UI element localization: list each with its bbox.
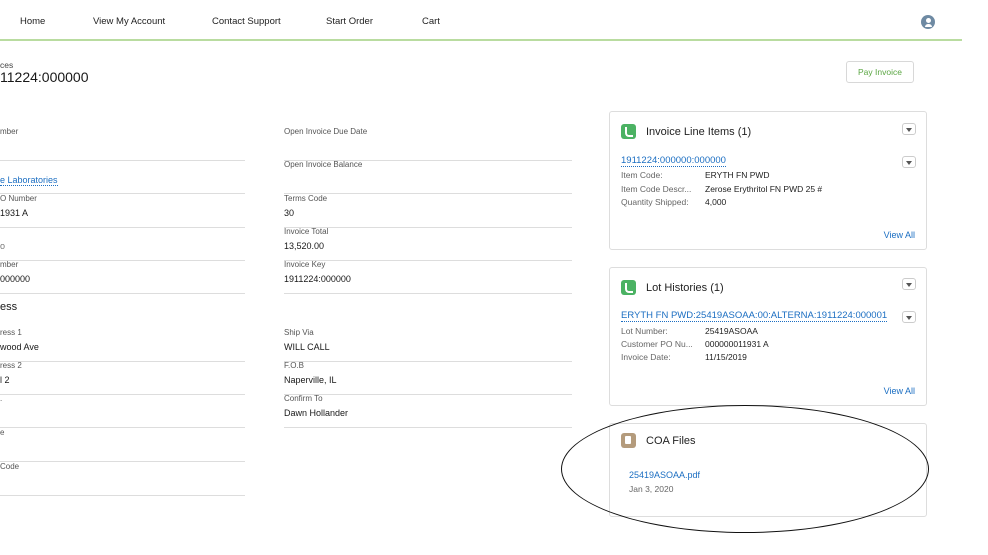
row-label: Item Code Descr... bbox=[621, 184, 692, 194]
record-row: Item Code Descr... Zerose Erythritol FN P… bbox=[621, 184, 822, 194]
field-value: l 2 bbox=[0, 375, 10, 385]
row-value: 11/15/2019 bbox=[705, 352, 747, 362]
view-all-link[interactable]: View All bbox=[884, 386, 915, 396]
coa-files-card: COA Files 25419ASOAA.pdf Jan 3, 2020 bbox=[609, 423, 927, 517]
field: Invoice Key 1911224:000000 bbox=[284, 260, 572, 294]
card-menu-dropdown[interactable] bbox=[902, 123, 916, 135]
field: F.O.B Naperville, IL bbox=[284, 361, 572, 395]
nav-start-order[interactable]: Start Order bbox=[326, 16, 373, 27]
field-label: F.O.B bbox=[284, 361, 305, 370]
field-value: o bbox=[0, 241, 6, 251]
record-row: Customer PO Nu... 000000011931 A bbox=[621, 339, 769, 349]
field-label: Code bbox=[0, 462, 20, 471]
field: mber 000000 bbox=[0, 260, 245, 294]
field: Confirm To Dawn Hollander bbox=[284, 394, 572, 428]
field-value: Naperville, IL bbox=[284, 375, 337, 385]
row-value: Zerose Erythritol FN PWD 25 # bbox=[705, 184, 823, 194]
field: e bbox=[0, 428, 245, 462]
file-date: Jan 3, 2020 bbox=[629, 484, 674, 494]
field: Invoice Total 13,520.00 bbox=[284, 227, 572, 261]
field: ress 2 l 2 bbox=[0, 361, 245, 395]
field-value: wood Ave bbox=[0, 342, 39, 352]
field-value: 1931 A bbox=[0, 208, 29, 218]
user-avatar-icon[interactable] bbox=[921, 15, 935, 29]
field-label: Confirm To bbox=[284, 394, 323, 403]
lot-histories-card: Lot Histories (1) ERYTH FN PWD:25419ASOA… bbox=[609, 267, 927, 406]
record-link[interactable]: ERYTH FN PWD:25419ASOAA:00:ALTERNA:19112… bbox=[621, 310, 888, 322]
row-value: 000000011931 A bbox=[705, 339, 769, 349]
lot-histories-icon bbox=[621, 280, 636, 295]
row-label: Customer PO Nu... bbox=[621, 339, 693, 349]
field-label: ress 2 bbox=[0, 361, 22, 370]
nav-contact-support[interactable]: Contact Support bbox=[212, 16, 281, 27]
field: Code bbox=[0, 462, 245, 496]
field: mber bbox=[0, 127, 245, 161]
row-label: Item Code: bbox=[621, 170, 663, 180]
field-label: ress 1 bbox=[0, 328, 22, 337]
page-title: 11224:000000 bbox=[0, 69, 89, 85]
field-label: mber bbox=[0, 127, 19, 136]
record-row: Item Code: ERYTH FN PWD bbox=[621, 170, 770, 180]
field-label: Open Invoice Due Date bbox=[284, 127, 368, 136]
file-link[interactable]: 25419ASOAA.pdf bbox=[629, 470, 700, 480]
field: Terms Code 30 bbox=[284, 194, 572, 228]
field-value: 13,520.00 bbox=[284, 241, 325, 251]
card-title[interactable]: COA Files bbox=[646, 435, 696, 447]
record-row: Invoice Date: 11/15/2019 bbox=[621, 352, 747, 362]
record-row: Quantity Shipped: 4,000 bbox=[621, 197, 726, 207]
field: e Laboratories bbox=[0, 160, 245, 194]
row-label: Quantity Shipped: bbox=[621, 197, 689, 207]
field-label: Open Invoice Balance bbox=[284, 160, 363, 169]
account-link[interactable]: e Laboratories bbox=[0, 175, 58, 186]
line-items-icon bbox=[621, 124, 636, 139]
record-link[interactable]: 1911224:000000:000000 bbox=[621, 155, 726, 167]
card-title[interactable]: Lot Histories (1) bbox=[646, 282, 724, 294]
field-label: mber bbox=[0, 260, 19, 269]
field-label: Terms Code bbox=[284, 194, 328, 203]
row-label: Invoice Date: bbox=[621, 352, 671, 362]
field: . bbox=[0, 394, 245, 428]
pay-invoice-button[interactable]: Pay Invoice bbox=[846, 61, 914, 83]
field: Ship Via WILL CALL bbox=[284, 328, 572, 362]
field-value: Dawn Hollander bbox=[284, 408, 349, 418]
card-menu-dropdown[interactable] bbox=[902, 278, 916, 290]
record-menu-dropdown[interactable] bbox=[902, 156, 916, 168]
field-value: 1911224:000000 bbox=[284, 274, 351, 284]
invoice-line-items-card: Invoice Line Items (1) 1911224:000000:00… bbox=[609, 111, 927, 250]
field-label: Invoice Total bbox=[284, 227, 329, 236]
row-value: 4,000 bbox=[705, 197, 727, 207]
row-label: Lot Number: bbox=[621, 326, 668, 336]
field-label: e bbox=[0, 428, 5, 437]
field: Open Invoice Due Date bbox=[284, 127, 572, 161]
field-label: Ship Via bbox=[284, 328, 314, 337]
field-value: 000000 bbox=[0, 274, 31, 284]
field-value: 30 bbox=[284, 208, 295, 218]
nav-home[interactable]: Home bbox=[20, 16, 45, 27]
section-title: ess bbox=[0, 301, 18, 313]
view-all-link[interactable]: View All bbox=[884, 230, 915, 240]
field: Open Invoice Balance bbox=[284, 160, 572, 194]
field: ress 1 wood Ave bbox=[0, 328, 245, 362]
nav-cart[interactable]: Cart bbox=[422, 16, 440, 27]
record-row: Lot Number: 25419ASOAA bbox=[621, 326, 758, 336]
nav-view-my-account[interactable]: View My Account bbox=[93, 16, 165, 27]
field-label: . bbox=[0, 394, 3, 403]
field-label: Invoice Key bbox=[284, 260, 326, 269]
record-menu-dropdown[interactable] bbox=[902, 311, 916, 323]
row-value: 25419ASOAA bbox=[705, 326, 758, 336]
row-value: ERYTH FN PWD bbox=[705, 170, 770, 180]
file-icon bbox=[621, 433, 636, 448]
field-label: O Number bbox=[0, 194, 37, 203]
field: o bbox=[0, 227, 245, 261]
top-nav: Home View My Account Contact Support Sta… bbox=[0, 0, 962, 41]
field-value: WILL CALL bbox=[284, 342, 330, 352]
field: O Number 1931 A bbox=[0, 194, 245, 228]
card-title[interactable]: Invoice Line Items (1) bbox=[646, 126, 751, 138]
